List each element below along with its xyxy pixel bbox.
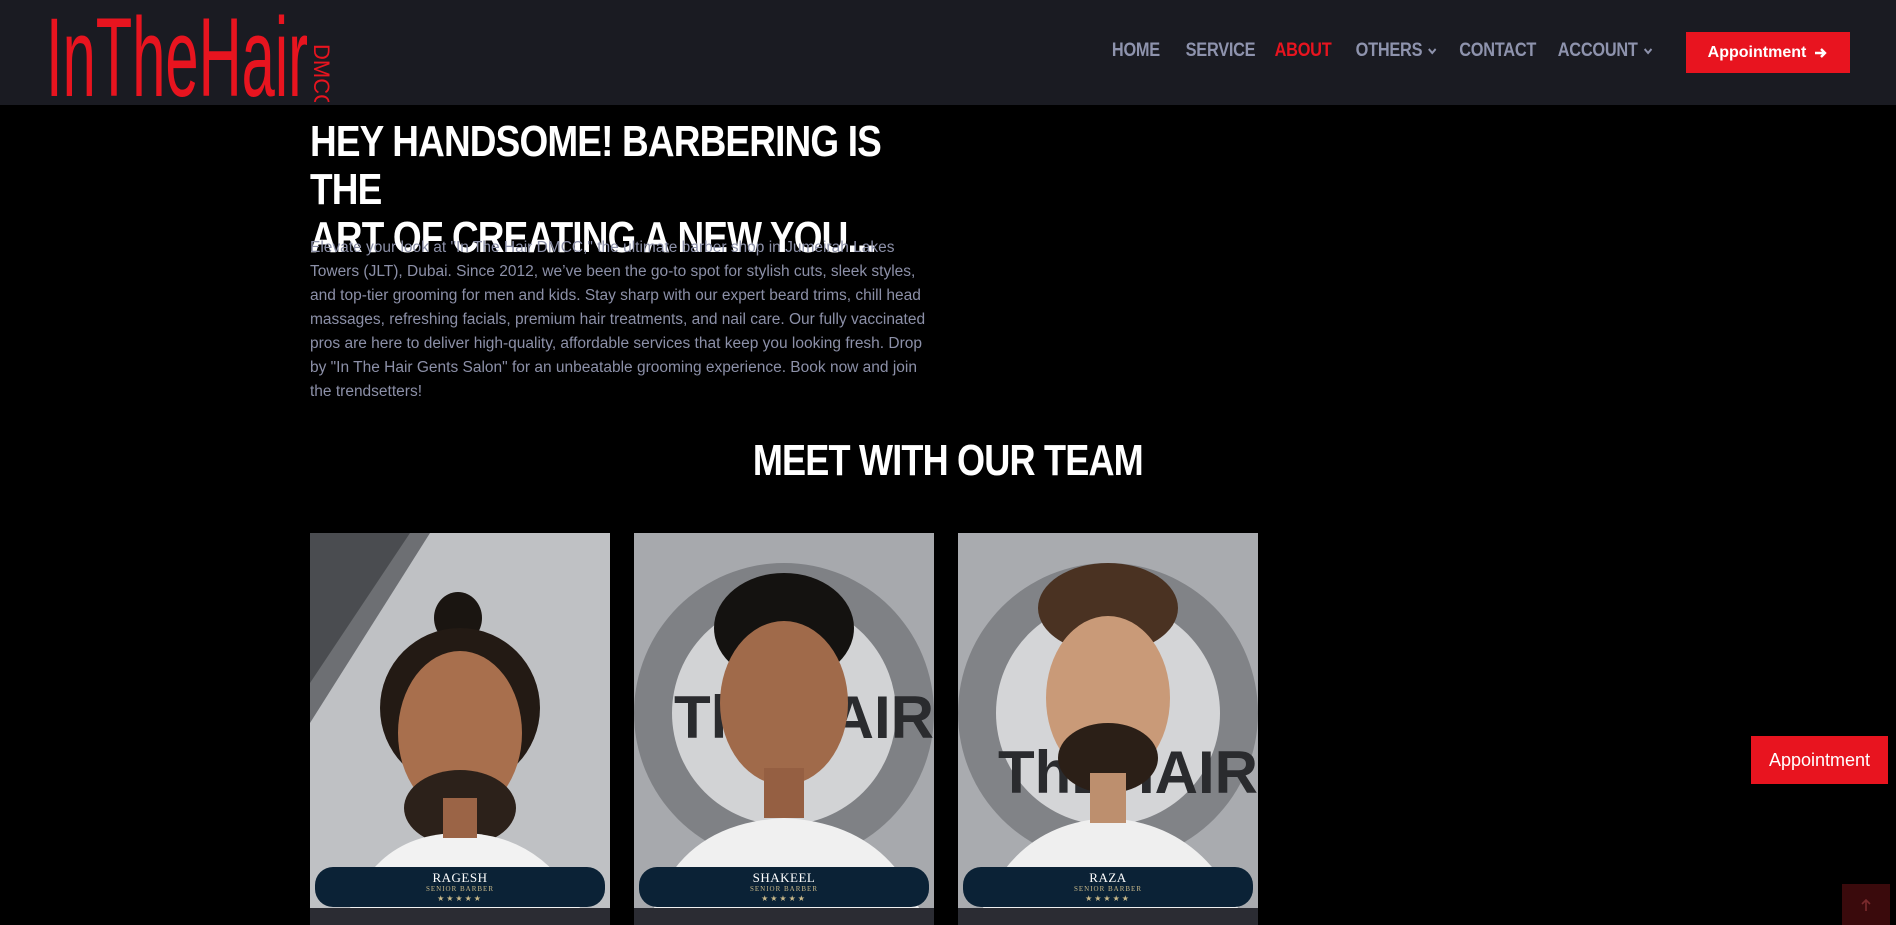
arrow-up-icon: [1861, 898, 1871, 911]
team-card-shakeel[interactable]: ThEHAIR SHAKEEL SENIOR BARBER ★★★★★: [634, 533, 934, 925]
member-name: SHAKEEL: [752, 870, 816, 885]
member-nameplate: RAGESH SENIOR BARBER ★★★★★: [315, 867, 605, 907]
team-card-raza[interactable]: ThEHAIR RAZA SENIOR BARBER ★★★★★: [958, 533, 1258, 925]
team-section-title: MEET WITH OUR TEAM: [0, 436, 1896, 486]
nav-account[interactable]: ACCOUNT: [1558, 40, 1653, 62]
team-photo: [310, 533, 610, 908]
team-card-ragesh[interactable]: RAGESH SENIOR BARBER ★★★★★: [310, 533, 610, 925]
site-header: InTheHair DMCC HOME SERVICE ABOUT OTHERS…: [0, 0, 1896, 105]
nav-home[interactable]: HOME: [1112, 40, 1160, 62]
nav-others-label: OTHERS: [1355, 40, 1423, 61]
logo-main-text: InTheHair: [46, 4, 308, 102]
member-role: SENIOR BARBER: [425, 885, 495, 893]
member-role: SENIOR BARBER: [1073, 885, 1143, 893]
member-name: RAGESH: [432, 870, 488, 885]
chevron-down-icon: [1643, 48, 1653, 55]
logo-sub-text: DMCC: [309, 44, 334, 102]
nav-account-label: ACCOUNT: [1557, 40, 1638, 61]
card-footer: [958, 908, 1258, 925]
rating-stars-icon: ★★★★★: [1085, 894, 1131, 903]
member-name: RAZA: [1089, 870, 1127, 885]
nav-contact[interactable]: CONTACT: [1459, 40, 1536, 62]
card-footer: [634, 908, 934, 925]
member-role: SENIOR BARBER: [749, 885, 819, 893]
card-footer: [310, 908, 610, 925]
nav-service[interactable]: SERVICE: [1186, 40, 1256, 62]
scroll-to-top-button[interactable]: [1842, 884, 1890, 925]
member-nameplate: SHAKEEL SENIOR BARBER ★★★★★: [639, 867, 929, 907]
hero-paragraph: Elevate your look at "In The Hair DMCC,"…: [310, 239, 926, 400]
hero-title-line1: HEY HANDSOME! BARBERING IS THE: [310, 117, 882, 214]
chevron-down-icon: [1428, 48, 1437, 55]
rating-stars-icon: ★★★★★: [761, 894, 807, 903]
appointment-label: Appointment: [1707, 43, 1807, 61]
header-appointment-button[interactable]: Appointment: [1686, 32, 1850, 73]
rating-stars-icon: ★★★★★: [437, 894, 483, 903]
nav-others[interactable]: OTHERS: [1356, 40, 1438, 62]
site-logo[interactable]: InTheHair DMCC: [46, 4, 336, 102]
team-title-text: MEET WITH OUR TEAM: [752, 436, 1144, 485]
team-photo: ThEHAIR: [634, 533, 934, 908]
floating-appointment-button[interactable]: Appointment: [1751, 736, 1888, 784]
arrow-right-icon: [1815, 47, 1828, 58]
member-nameplate: RAZA SENIOR BARBER ★★★★★: [963, 867, 1253, 907]
nav-about[interactable]: ABOUT: [1275, 40, 1332, 62]
team-photo: ThEHAIR: [958, 533, 1258, 908]
